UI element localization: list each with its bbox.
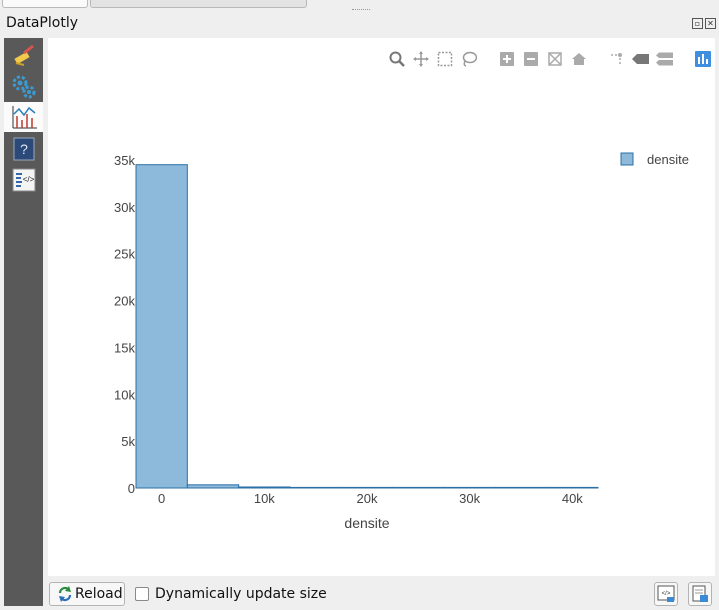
dynamic-size-label: Dynamically update size bbox=[155, 586, 327, 602]
close-dock-icon[interactable]: ✕ bbox=[705, 18, 716, 29]
dynamic-size-checkbox[interactable] bbox=[135, 587, 149, 601]
dock-buttons: ▫ ✕ bbox=[692, 18, 716, 29]
sidebar-item-properties[interactable] bbox=[4, 40, 43, 70]
bottom-toolbar: Reload Dynamically update size </> bbox=[48, 580, 715, 608]
code-icon: </> bbox=[12, 168, 35, 192]
help-icon: ? bbox=[13, 137, 34, 161]
x-axis: 0 10k 20k 30k 40k bbox=[158, 491, 583, 506]
y-axis: 0 5k 10k 15k 20k 25k 30k 35k bbox=[114, 153, 135, 496]
y-tick-label: 35k bbox=[114, 153, 135, 168]
plot-panel: 0 5k 10k 15k 20k 25k 30k 35k 0 10k 20k 30k 40k dens… bbox=[48, 38, 715, 576]
sidebar-item-help[interactable]: ? bbox=[4, 134, 43, 164]
legend-label: densite bbox=[647, 152, 689, 167]
histogram-bar[interactable] bbox=[135, 164, 188, 489]
x-axis-title: densite bbox=[344, 515, 389, 531]
broom-icon bbox=[13, 44, 34, 66]
y-tick-label: 0 bbox=[128, 481, 135, 496]
legend[interactable]: densite bbox=[620, 152, 689, 167]
y-tick-label: 30k bbox=[114, 200, 135, 215]
x-tick-label: 0 bbox=[158, 491, 165, 506]
sidebar: ? </> bbox=[4, 38, 43, 606]
y-tick-label: 15k bbox=[114, 340, 135, 355]
dynamic-size-option[interactable]: Dynamically update size bbox=[135, 586, 327, 602]
dock-tab-2[interactable] bbox=[90, 0, 307, 8]
x-tick-label: 40k bbox=[562, 491, 583, 506]
save-image-icon bbox=[692, 585, 708, 602]
save-plot-button[interactable] bbox=[688, 582, 712, 606]
splitter-handle[interactable] bbox=[352, 9, 370, 10]
reload-button[interactable]: Reload bbox=[49, 582, 125, 606]
dock-tab-1[interactable] bbox=[2, 0, 88, 8]
x-tick-label: 20k bbox=[357, 491, 378, 506]
svg-text:</>: </> bbox=[22, 175, 34, 184]
gears-icon bbox=[12, 75, 35, 99]
y-tick-label: 20k bbox=[114, 294, 135, 309]
histogram-bars bbox=[135, 164, 599, 489]
plot-icon bbox=[12, 106, 37, 129]
dock-title: DataPlotly bbox=[6, 15, 78, 31]
export-html-button[interactable]: </> bbox=[654, 582, 678, 606]
svg-text:?: ? bbox=[20, 141, 28, 157]
dock-tab-strip bbox=[0, 0, 719, 12]
sidebar-item-plot[interactable] bbox=[4, 102, 43, 132]
x-tick-label: 30k bbox=[459, 491, 480, 506]
float-dock-icon[interactable]: ▫ bbox=[692, 18, 703, 29]
y-tick-label: 25k bbox=[114, 247, 135, 262]
reload-label: Reload bbox=[75, 586, 123, 602]
refresh-icon bbox=[58, 586, 72, 602]
export-html-icon: </> bbox=[657, 585, 675, 602]
legend-swatch bbox=[620, 152, 634, 166]
histogram-chart: 0 5k 10k 15k 20k 25k 30k 35k 0 10k 20k 30k 40k dens… bbox=[114, 152, 689, 531]
svg-text:</>: </> bbox=[662, 591, 671, 597]
sidebar-item-settings[interactable] bbox=[4, 72, 43, 102]
x-tick-label: 10k bbox=[254, 491, 275, 506]
y-tick-label: 5k bbox=[121, 434, 135, 449]
y-tick-label: 10k bbox=[114, 387, 135, 402]
sidebar-item-code[interactable]: </> bbox=[4, 165, 43, 195]
